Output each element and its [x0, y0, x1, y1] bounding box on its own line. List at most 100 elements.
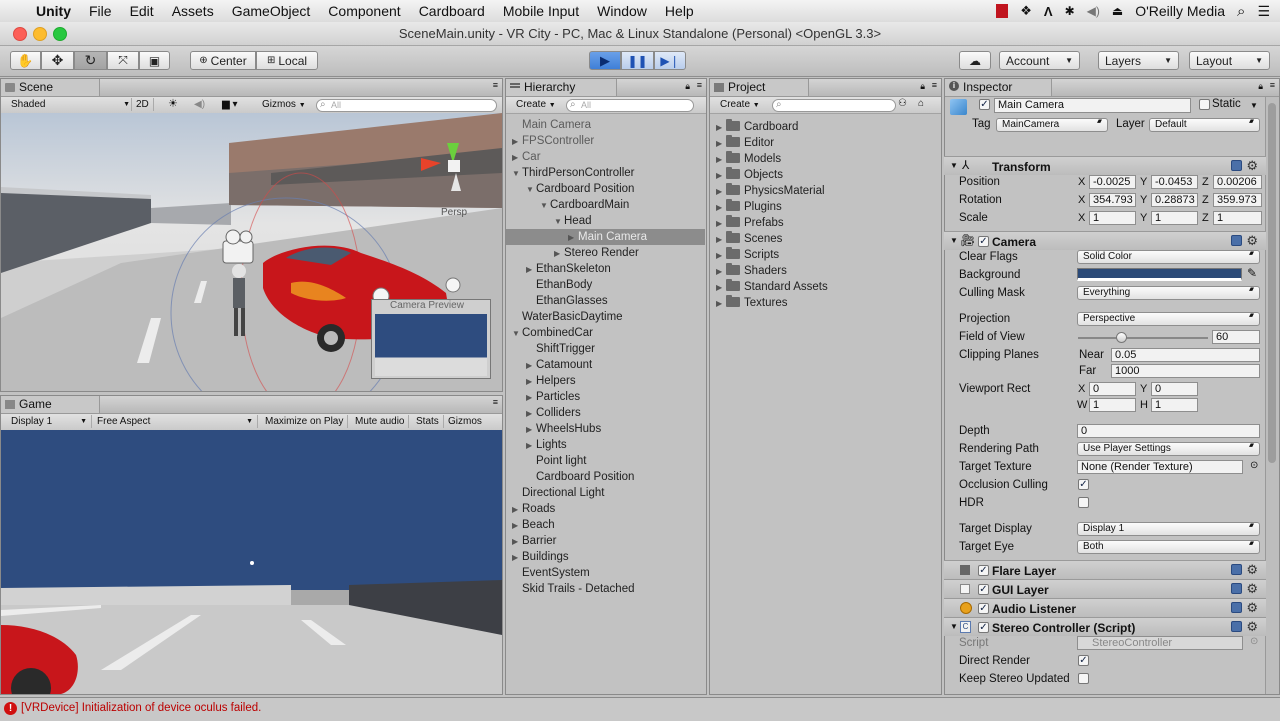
foldout-open-icon[interactable]: ▼ [950, 161, 958, 170]
panel-menu-icon[interactable]: ≡ [1270, 80, 1275, 90]
lighting-toggle-icon[interactable]: ☀ [164, 98, 182, 111]
project-folder-item[interactable]: ▶ Scenes [710, 231, 939, 247]
filter-by-type-icon[interactable]: ⚇ [898, 98, 907, 109]
lock-icon[interactable]: 🔒︎ [685, 81, 690, 92]
viewport-x-field[interactable]: 0 [1089, 382, 1136, 396]
fov-slider-thumb[interactable] [1115, 332, 1127, 343]
hierarchy-row[interactable]: ▼ CombinedCar [506, 325, 705, 341]
tag-dropdown[interactable]: MainCamera [996, 118, 1108, 132]
menu-cardboard[interactable]: Cardboard [410, 3, 494, 19]
menu-component[interactable]: Component [319, 3, 409, 19]
object-name-field[interactable]: Main Camera [994, 98, 1191, 113]
project-folder-item[interactable]: ▶ Scripts [710, 247, 939, 263]
hierarchy-row[interactable]: ▶ FPSController [506, 133, 705, 149]
hierarchy-row[interactable]: EventSystem [506, 565, 705, 581]
menu-help[interactable]: Help [656, 3, 703, 19]
rotate-tool-button[interactable]: ↻ [74, 51, 107, 70]
maximize-on-play-button[interactable]: Maximize on Play [261, 415, 349, 428]
far-field[interactable]: 1000 [1111, 364, 1260, 378]
position-y-field[interactable]: -0.0453 [1151, 175, 1198, 189]
help-book-icon[interactable] [1231, 564, 1242, 575]
hierarchy-row[interactable]: ▶ Lights [506, 437, 705, 453]
project-folder-item[interactable]: ▶ Cardboard [710, 119, 939, 135]
toggle-2d-button[interactable]: 2D [131, 98, 154, 111]
camera-enabled-checkbox[interactable]: ✓ [978, 236, 989, 247]
foldout-closed-icon[interactable]: ▶ [526, 406, 536, 422]
inspector-scroll-thumb[interactable] [1268, 103, 1276, 463]
project-search-input[interactable] [772, 99, 896, 112]
shading-mode-dropdown[interactable]: Shaded ▼ [7, 98, 130, 111]
hdr-checkbox[interactable] [1078, 497, 1089, 508]
hierarchy-search-input[interactable]: All [566, 99, 694, 112]
foldout-closed-icon[interactable]: ▶ [512, 502, 522, 518]
hierarchy-row[interactable]: Skid Trails - Detached [506, 581, 705, 597]
hierarchy-row[interactable]: ▶ Particles [506, 389, 705, 405]
project-create-dropdown[interactable]: Create ▼ [716, 98, 764, 111]
panel-menu-icon[interactable]: ≡ [493, 80, 498, 90]
foldout-closed-icon[interactable]: ▶ [526, 262, 536, 278]
hierarchy-row[interactable]: ▶ Catamount [506, 357, 705, 373]
hierarchy-row[interactable]: ▶ EthanSkeleton [506, 261, 705, 277]
hierarchy-row[interactable]: ▶ Beach [506, 517, 705, 533]
foldout-closed-icon[interactable]: ▶ [512, 134, 522, 150]
help-book-icon[interactable] [1231, 160, 1242, 171]
hierarchy-row[interactable]: ▼ Head [506, 213, 705, 229]
hierarchy-row[interactable]: ▶ Main Camera [506, 229, 705, 245]
hierarchy-row[interactable]: ▼ ThirdPersonController [506, 165, 705, 181]
audio-toggle-icon[interactable]: ◀) [190, 98, 209, 111]
mute-audio-button[interactable]: Mute audio [351, 415, 410, 428]
effects-toggle-icon[interactable]: ▆ ▾ [218, 98, 242, 111]
scale-tool-button[interactable]: ⤧ [107, 51, 139, 70]
hierarchy-row[interactable]: ▶ WheelsHubs [506, 421, 705, 437]
help-book-icon[interactable] [1231, 235, 1242, 246]
project-folder-item[interactable]: ▶ Plugins [710, 199, 939, 215]
gear-icon[interactable]: ⚙ [1246, 600, 1258, 616]
volume-icon[interactable]: ◀) [1087, 4, 1100, 18]
hierarchy-row[interactable]: Main Camera [506, 117, 705, 133]
hierarchy-row[interactable]: EthanGlasses [506, 293, 705, 309]
rect-tool-button[interactable]: ▣ [139, 51, 170, 70]
transform-component-header[interactable]: ▼ ⅄ Transform ⚙ [944, 156, 1266, 175]
persp-label[interactable]: Persp [441, 207, 467, 218]
foldout-closed-icon[interactable]: ▶ [526, 374, 536, 390]
filter-by-label-icon[interactable]: ⌂ [918, 98, 924, 109]
hierarchy-row[interactable]: ▼ Cardboard Position [506, 181, 705, 197]
clear-flags-dropdown[interactable]: Solid Color [1077, 250, 1260, 264]
menu-mobile-input[interactable]: Mobile Input [494, 3, 588, 19]
foldout-open-icon[interactable]: ▼ [526, 182, 536, 198]
eject-icon[interactable]: ⏏ [1112, 4, 1123, 18]
fov-slider-track[interactable] [1078, 337, 1208, 339]
hierarchy-row[interactable]: WaterBasicDaytime [506, 309, 705, 325]
hierarchy-row[interactable]: Cardboard Position [506, 469, 705, 485]
layout-dropdown[interactable]: Layout ▼ [1189, 51, 1270, 70]
play-button[interactable]: ▶ [589, 51, 621, 70]
foldout-open-icon[interactable]: ▼ [512, 326, 522, 342]
position-z-field[interactable]: 0.00206 [1213, 175, 1262, 189]
hierarchy-row[interactable]: ▶ Helpers [506, 373, 705, 389]
hierarchy-row[interactable]: ▶ Car [506, 149, 705, 165]
foldout-closed-icon[interactable]: ▶ [716, 120, 726, 136]
lock-icon[interactable]: 🔒︎ [1258, 81, 1263, 92]
object-picker-icon[interactable]: ⊙ [1250, 636, 1258, 647]
tab-scene[interactable]: Scene [1, 79, 100, 96]
pivot-local-button[interactable]: ⊞ Local [256, 51, 318, 70]
foldout-closed-icon[interactable]: ▶ [526, 422, 536, 438]
gear-icon[interactable]: ⚙ [1246, 233, 1258, 249]
panel-menu-icon[interactable]: ≡ [697, 80, 702, 90]
foldout-open-icon[interactable]: ▼ [540, 198, 550, 214]
foldout-closed-icon[interactable]: ▶ [512, 534, 522, 550]
fov-field[interactable]: 60 [1212, 330, 1260, 344]
hierarchy-row[interactable]: ▶ Barrier [506, 533, 705, 549]
hierarchy-row[interactable]: ▶ Stereo Render [506, 245, 705, 261]
foldout-closed-icon[interactable]: ▶ [526, 390, 536, 406]
culling-mask-dropdown[interactable]: Everything [1077, 286, 1260, 300]
layers-dropdown[interactable]: Layers ▼ [1098, 51, 1179, 70]
gui-layer-component-header[interactable]: ✓ GUI Layer ⚙ [944, 579, 1266, 598]
hierarchy-create-dropdown[interactable]: Create ▼ [512, 98, 560, 111]
foldout-closed-icon[interactable]: ▶ [716, 264, 726, 280]
scale-x-field[interactable]: 1 [1089, 211, 1136, 225]
rotation-z-field[interactable]: 359.973 [1213, 193, 1262, 207]
adobe-icon[interactable]: Ʌ [1044, 4, 1053, 19]
menu-edit[interactable]: Edit [121, 3, 163, 19]
menu-gameobject[interactable]: GameObject [223, 3, 320, 19]
